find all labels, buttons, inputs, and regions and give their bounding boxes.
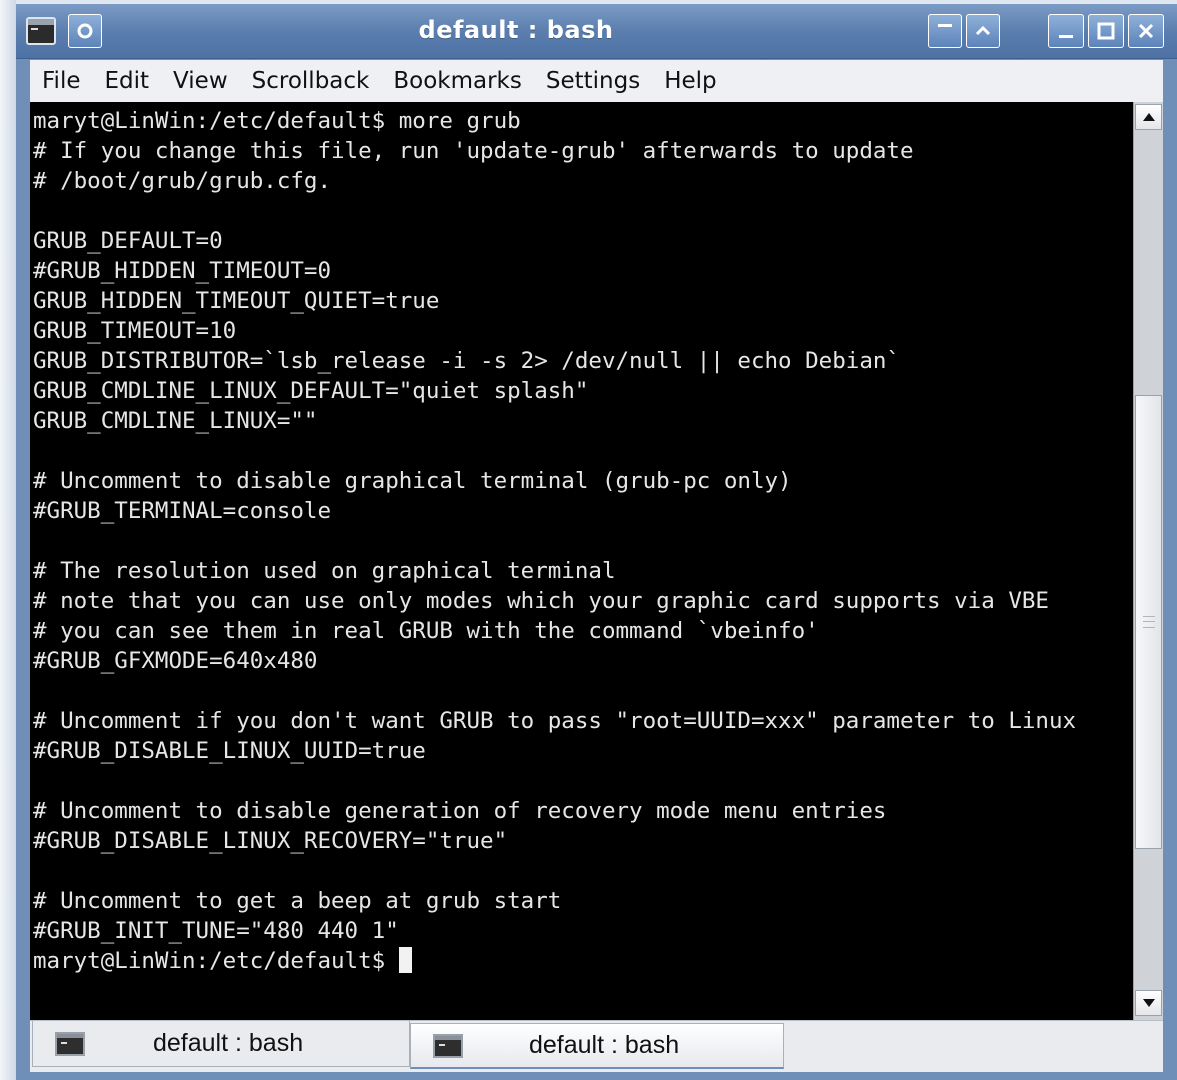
- terminal-icon: [433, 1033, 463, 1058]
- terminal-line: # The resolution used on graphical termi…: [33, 558, 616, 584]
- terminal-line: # If you change this file, run 'update-g…: [33, 138, 914, 164]
- terminal-line: # Uncomment to get a beep at grub start: [33, 888, 562, 914]
- menu-bar: File Edit View Scrollback Bookmarks Sett…: [30, 60, 1163, 102]
- terminal-line: #GRUB_DISABLE_LINUX_RECOVERY="true": [33, 828, 508, 854]
- terminal-line: #GRUB_GFXMODE=640x480: [33, 648, 318, 674]
- desktop-background: [0, 0, 16, 1080]
- terminal-line: GRUB_CMDLINE_LINUX_DEFAULT="quiet splash…: [33, 378, 589, 404]
- terminal-output: maryt@LinWin:/etc/default$ more grub # I…: [30, 102, 1133, 976]
- scrollbar-thumb[interactable]: [1135, 395, 1162, 849]
- terminal-line: # Uncomment to disable generation of rec…: [33, 798, 887, 824]
- menu-view[interactable]: View: [161, 68, 240, 94]
- terminal-line: GRUB_DISTRIBUTOR=`lsb_release -i -s 2> /…: [33, 348, 900, 374]
- vertical-scrollbar[interactable]: [1133, 102, 1163, 1020]
- tab-session-2[interactable]: default : bash: [410, 1023, 784, 1069]
- minimize-to-titlebar-icon: [938, 24, 952, 27]
- terminal-line: #GRUB_DISABLE_LINUX_UUID=true: [33, 738, 426, 764]
- title-bar[interactable]: default : bash: [16, 4, 1177, 59]
- arrow-down-icon: [1142, 999, 1155, 1007]
- terminal-line: GRUB_CMDLINE_LINUX="": [33, 408, 318, 434]
- minimize-icon: [1059, 35, 1073, 38]
- terminal-line: maryt@LinWin:/etc/default$ more grub: [33, 108, 521, 134]
- konsole-window: default : bash File Edit View Scrollback…: [16, 4, 1177, 1080]
- terminal-icon: [55, 1031, 85, 1056]
- terminal-line: #GRUB_TERMINAL=console: [33, 498, 332, 524]
- tab-bar: default : bash default : bash: [30, 1020, 1163, 1073]
- maximize-button[interactable]: [1088, 14, 1124, 48]
- terminal-line: # you can see them in real GRUB with the…: [33, 618, 819, 644]
- terminal-line: #GRUB_INIT_TUNE="480 440 1": [33, 918, 399, 944]
- terminal-line: GRUB_TIMEOUT=10: [33, 318, 237, 344]
- window-title: default : bash: [418, 16, 614, 44]
- window-bottom-border: [16, 1072, 1177, 1080]
- terminal-line: GRUB_DEFAULT=0: [33, 228, 223, 254]
- menu-settings[interactable]: Settings: [534, 68, 652, 94]
- terminal-line: # /boot/grub/grub.cfg.: [33, 168, 332, 194]
- terminal-line: GRUB_HIDDEN_TIMEOUT_QUIET=true: [33, 288, 440, 314]
- terminal-line: # Uncomment if you don't want GRUB to pa…: [33, 708, 1077, 734]
- menu-help[interactable]: Help: [652, 68, 728, 94]
- minimize-button[interactable]: [1048, 14, 1084, 48]
- terminal-line: # note that you can use only modes which…: [33, 588, 1049, 614]
- menu-scrollback[interactable]: Scrollback: [240, 68, 382, 94]
- arrow-up-icon: [1142, 113, 1155, 121]
- close-button[interactable]: [1128, 14, 1164, 48]
- menu-edit[interactable]: Edit: [93, 68, 162, 94]
- tab-session-1[interactable]: default : bash: [32, 1021, 410, 1067]
- tab-label: default : bash: [529, 1031, 680, 1059]
- maximize-icon: [1097, 22, 1115, 40]
- terminal-line: # Uncomment to disable graphical termina…: [33, 468, 792, 494]
- text-cursor: [398, 947, 412, 973]
- shade-button[interactable]: [928, 14, 962, 48]
- terminal-line: #GRUB_HIDDEN_TIMEOUT=0: [33, 258, 332, 284]
- tab-label: default : bash: [153, 1029, 304, 1057]
- close-icon: [1138, 23, 1154, 39]
- menu-file[interactable]: File: [30, 68, 93, 94]
- keep-above-icon: [975, 25, 991, 36]
- keep-above-button[interactable]: [966, 14, 1000, 48]
- terminal-prompt: maryt@LinWin:/etc/default$: [33, 948, 399, 974]
- scroll-down-button[interactable]: [1135, 990, 1162, 1016]
- menu-bookmarks[interactable]: Bookmarks: [381, 68, 534, 94]
- grip-icon: [1143, 616, 1155, 628]
- scroll-up-button[interactable]: [1135, 104, 1162, 130]
- terminal-area[interactable]: maryt@LinWin:/etc/default$ more grub # I…: [30, 102, 1133, 1020]
